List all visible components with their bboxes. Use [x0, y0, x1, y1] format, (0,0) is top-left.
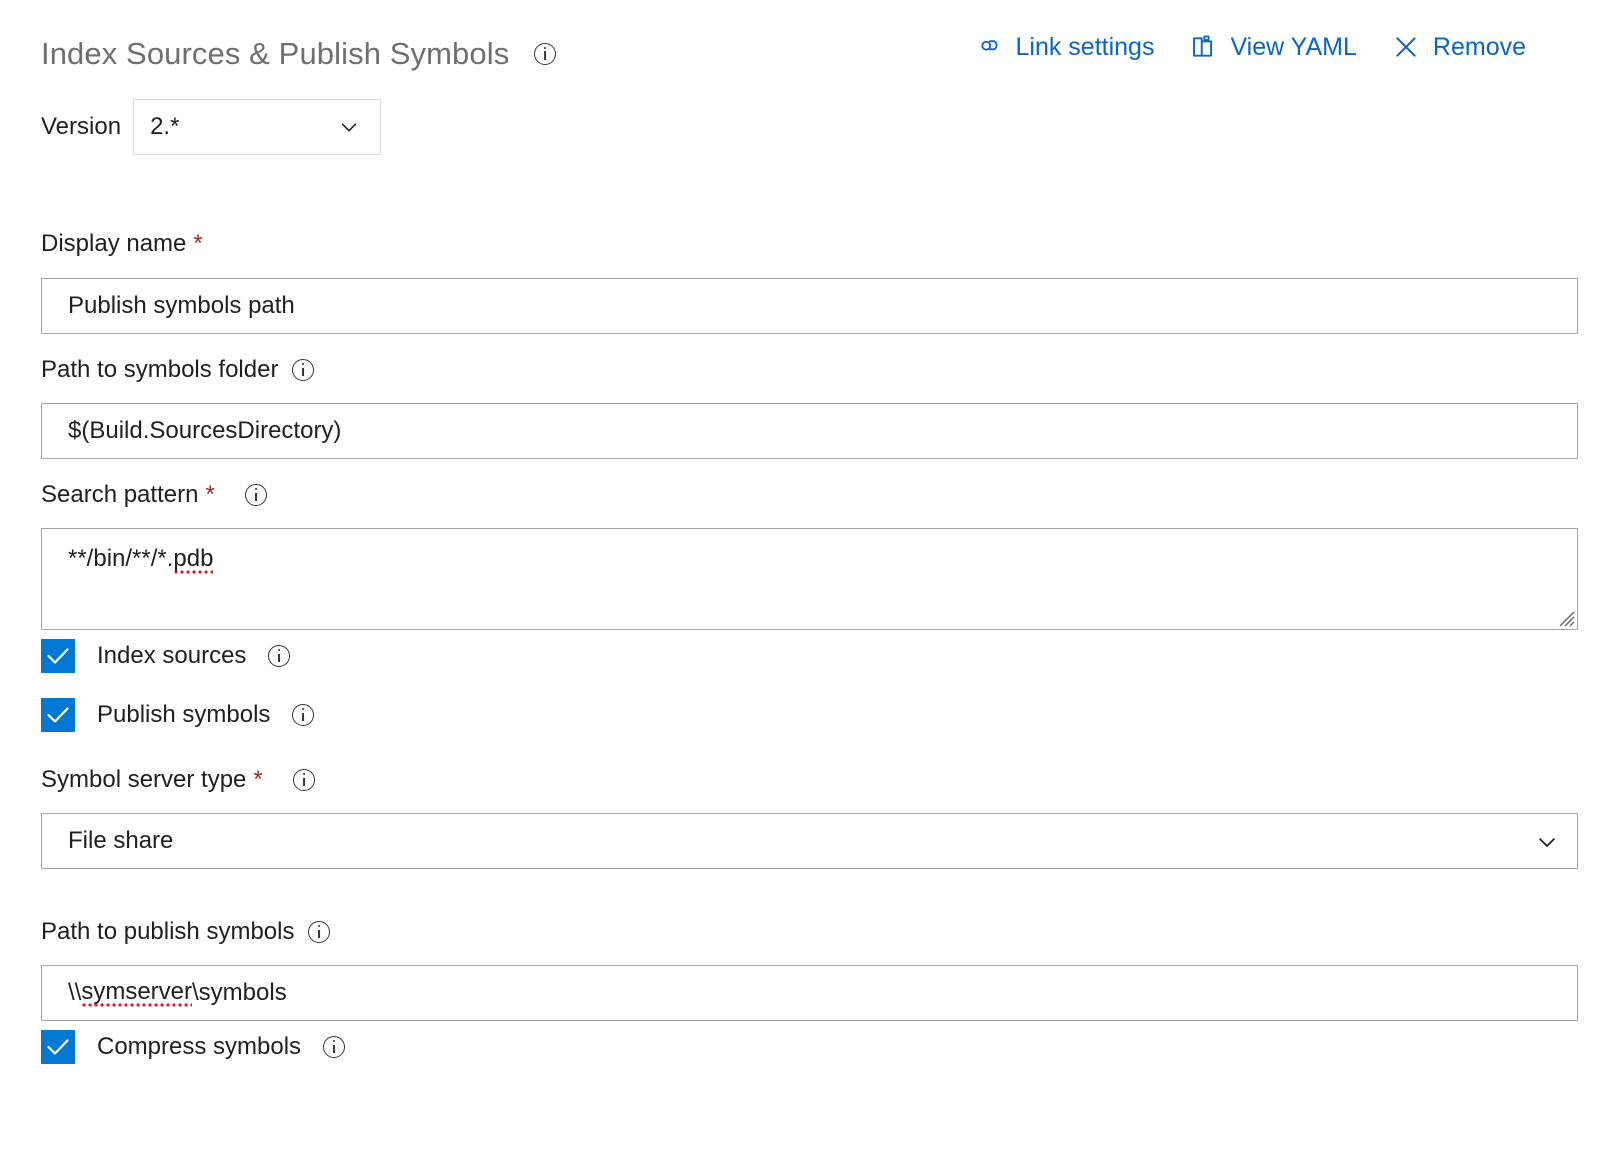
path-to-publish-symbols-value-prefix: \\ [68, 979, 81, 1007]
publish-symbols-info-icon[interactable] [292, 704, 314, 726]
chevron-down-icon [338, 116, 360, 138]
clipboard-icon [1188, 32, 1218, 62]
search-pattern-value-prefix: **/bin/**/*. [68, 545, 173, 572]
compress-symbols-info-icon[interactable] [323, 1036, 345, 1058]
index-sources-checkbox[interactable] [41, 639, 75, 673]
required-asterisk: * [193, 232, 202, 256]
close-x-icon [1391, 32, 1421, 62]
required-asterisk: * [205, 483, 214, 507]
field-display-name: Display name * Publish symbols path [41, 232, 1578, 334]
path-to-publish-symbols-value-misspelled: symserver [81, 978, 192, 1009]
field-symbol-server-type: Symbol server type * File share [41, 768, 1578, 869]
version-row: Version 2.* [41, 99, 381, 155]
compress-symbols-label: Compress symbols [97, 1033, 301, 1061]
search-pattern-info-icon[interactable] [245, 484, 267, 506]
compress-symbols-checkbox-row[interactable]: Compress symbols [41, 1030, 1578, 1064]
field-path-to-publish-symbols: Path to publish symbols \\symserver\symb… [41, 920, 1578, 1021]
display-name-value: Publish symbols path [68, 292, 295, 320]
page-title: Index Sources & Publish Symbols [41, 34, 556, 72]
index-sources-label: Index sources [97, 642, 246, 670]
search-pattern-textarea[interactable]: **/bin/**/*.pdb [41, 528, 1578, 630]
link-icon [973, 32, 1003, 62]
path-to-symbols-folder-info-icon[interactable] [292, 359, 314, 381]
publish-symbols-label: Publish symbols [97, 701, 270, 729]
header-actions: Link settings View YAML Remove [973, 32, 1526, 62]
version-value: 2.* [134, 113, 179, 141]
resize-grip-icon[interactable] [1553, 605, 1575, 627]
path-to-publish-symbols-input[interactable]: \\symserver\symbols [41, 965, 1578, 1021]
title-info-icon[interactable] [534, 34, 556, 70]
view-yaml-button[interactable]: View YAML [1188, 32, 1356, 62]
publish-symbols-checkbox[interactable] [41, 698, 75, 732]
symbol-server-type-select[interactable]: File share [41, 813, 1578, 869]
task-header: Index Sources & Publish Symbols Link set… [0, 0, 1614, 95]
path-to-publish-symbols-label: Path to publish symbols [41, 920, 1578, 944]
link-settings-label: Link settings [1015, 33, 1154, 62]
symbol-server-type-label-text: Symbol server type [41, 768, 246, 792]
page-title-text: Index Sources & Publish Symbols [41, 36, 509, 71]
path-to-symbols-folder-label-text: Path to symbols folder [41, 358, 278, 382]
version-select[interactable]: 2.* [133, 99, 381, 155]
search-pattern-label: Search pattern * [41, 483, 1578, 507]
index-sources-checkbox-row[interactable]: Index sources [41, 639, 1578, 673]
view-yaml-label: View YAML [1230, 33, 1356, 62]
task-form: Display name * Publish symbols path Path… [41, 232, 1578, 1064]
version-label: Version [41, 113, 121, 141]
publish-symbols-checkbox-row[interactable]: Publish symbols [41, 698, 1578, 732]
search-pattern-label-text: Search pattern [41, 483, 198, 507]
field-search-pattern: Search pattern * **/bin/**/*.pdb [41, 483, 1578, 630]
compress-symbols-checkbox[interactable] [41, 1030, 75, 1064]
index-sources-info-icon[interactable] [268, 645, 290, 667]
display-name-label-text: Display name [41, 232, 186, 256]
display-name-input[interactable]: Publish symbols path [41, 278, 1578, 334]
path-to-symbols-folder-input[interactable]: $(Build.SourcesDirectory) [41, 403, 1578, 459]
path-to-symbols-folder-label: Path to symbols folder [41, 358, 1578, 382]
link-settings-button[interactable]: Link settings [973, 32, 1154, 62]
symbol-server-type-info-icon[interactable] [293, 769, 315, 791]
display-name-label: Display name * [41, 232, 1578, 256]
remove-label: Remove [1433, 33, 1526, 62]
path-to-symbols-folder-value: $(Build.SourcesDirectory) [68, 417, 341, 445]
chevron-down-icon [1535, 830, 1557, 852]
symbol-server-type-value: File share [42, 827, 173, 855]
path-to-publish-symbols-info-icon[interactable] [308, 921, 330, 943]
symbol-server-type-label: Symbol server type * [41, 768, 1578, 792]
remove-button[interactable]: Remove [1391, 32, 1526, 62]
required-asterisk: * [253, 768, 262, 792]
field-path-to-symbols-folder: Path to symbols folder $(Build.SourcesDi… [41, 358, 1578, 459]
search-pattern-value-misspelled: pdb [173, 545, 213, 575]
path-to-publish-symbols-value-suffix: \symbols [192, 979, 287, 1007]
path-to-publish-symbols-label-text: Path to publish symbols [41, 920, 294, 944]
